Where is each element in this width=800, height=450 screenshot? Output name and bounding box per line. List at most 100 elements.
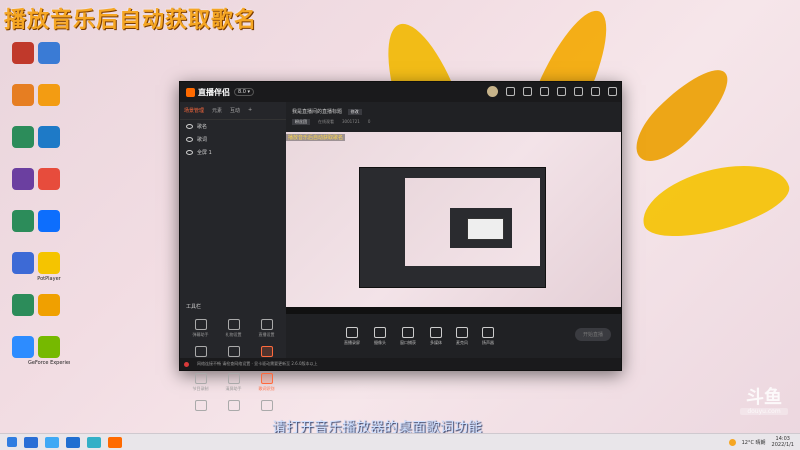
preview-bar: [286, 307, 621, 314]
source-label: 麦克风: [456, 339, 468, 345]
left-panel: 场景管理 元素 互动 + 歌名 歌词 全屏 1 工具栏 弹幕助手 礼物设置 直播设置…: [180, 102, 286, 411]
source-label: 扬声器: [482, 339, 494, 345]
eye-icon[interactable]: [186, 124, 193, 129]
tools-title: 工具栏: [186, 304, 202, 310]
edit-title-button[interactable]: 修改: [347, 109, 362, 115]
taskbar-app-icon[interactable]: [108, 436, 122, 448]
settings-icon[interactable]: [506, 87, 515, 96]
tool-button[interactable]: [250, 400, 283, 413]
source-icon: [482, 326, 494, 338]
live-companion-window: 直播伴侣 8.0 ▾ 场景管理 元素 互动 + 歌名 歌词 全屏 1 工具栏 弹…: [179, 81, 622, 411]
source-icon: [430, 326, 442, 338]
desktop-icon[interactable]: [28, 210, 70, 234]
maximize-icon[interactable]: [591, 87, 600, 96]
tab-elements[interactable]: 元素: [212, 107, 222, 114]
app-icon: [38, 84, 60, 106]
tool-label: 礼物设置: [225, 332, 242, 337]
tool-label: 节目录制: [192, 386, 209, 391]
clock[interactable]: 14:03 2022/1/1: [772, 436, 794, 448]
scene-item[interactable]: 歌名: [180, 120, 286, 133]
taskbar-app-icon[interactable]: [24, 436, 38, 448]
tool-label: 弹幕助手: [192, 332, 209, 337]
source-label: 多媒体: [430, 339, 442, 345]
tab-scenes[interactable]: 场景管理: [184, 107, 204, 114]
source-button[interactable]: 直播录屏: [344, 326, 360, 346]
desktop-icon[interactable]: [28, 294, 70, 318]
scene-item[interactable]: 歌词: [180, 133, 286, 146]
scene-tabs: 场景管理 元素 互动 +: [180, 102, 286, 120]
flower-petal: [624, 56, 741, 174]
tool-icon: [227, 346, 240, 357]
menu-icon[interactable]: [557, 87, 566, 96]
tool-button[interactable]: [184, 400, 217, 413]
windows-start-icon[interactable]: [7, 437, 17, 447]
desktop-icon[interactable]: [28, 42, 70, 66]
desktop-icon-label: PotPlayer: [37, 276, 61, 282]
desktop-icon[interactable]: [28, 168, 70, 192]
bottom-toolbar: 直播录屏 摄像头 窗口捕获 多媒体 麦克风 扬声器: [286, 318, 621, 354]
app-icon: [38, 126, 60, 148]
tool-button[interactable]: 直播设置: [250, 319, 283, 338]
tool-button[interactable]: 弹幕助手: [184, 319, 217, 338]
source-button[interactable]: 多媒体: [430, 326, 442, 346]
watermark-url: douyu.com: [740, 408, 788, 415]
source-label: 直播录屏: [344, 339, 360, 345]
version-badge[interactable]: 8.0 ▾: [234, 88, 255, 96]
tool-button[interactable]: 节目录制: [184, 373, 217, 392]
source-button[interactable]: 麦克风: [456, 326, 468, 346]
tool-button[interactable]: 清屏助手: [217, 373, 250, 392]
avatar[interactable]: [487, 86, 498, 97]
eye-icon[interactable]: [186, 150, 193, 155]
stage-header: 我是直播间的直播标题 修改 粉丝团 在线观看 3001721 0: [286, 102, 621, 132]
message-icon[interactable]: [523, 87, 532, 96]
tool-icon: [227, 400, 240, 411]
nested-preview-window: [450, 208, 512, 248]
taskbar-app-icon[interactable]: [45, 436, 59, 448]
taskbar-apps: [17, 436, 122, 448]
source-button[interactable]: 摄像头: [374, 326, 386, 346]
desktop-icon[interactable]: GeForce Experience: [28, 336, 70, 366]
scene-label: 歌词: [197, 137, 208, 143]
taskbar-app-icon[interactable]: [66, 436, 80, 448]
eye-icon[interactable]: [186, 137, 193, 142]
status-text: 网络连接不畅 请检查网络设置 · 显卡驱动需要更新至 2.6.0版本以上: [197, 361, 318, 366]
close-icon[interactable]: [608, 87, 617, 96]
source-button[interactable]: 扬声器: [482, 326, 494, 346]
scene-label: 全屏 1: [197, 150, 212, 156]
taskbar: 12°C 晴朗 14:03 2022/1/1: [0, 433, 800, 450]
tool-button[interactable]: [217, 400, 250, 413]
weather-text[interactable]: 12°C 晴朗: [742, 439, 766, 446]
add-tab-button[interactable]: +: [248, 107, 252, 114]
shirt-icon[interactable]: [540, 87, 549, 96]
desktop-icon[interactable]: [28, 84, 70, 108]
stream-preview[interactable]: 播放音乐后自动获取歌名: [286, 132, 621, 314]
tool-button[interactable]: 礼物设置: [217, 319, 250, 338]
nested-preview-window: [359, 167, 546, 288]
app-icon: [38, 252, 60, 274]
window-controls: [487, 86, 617, 97]
nested-stage: [405, 178, 540, 266]
tool-icon: [260, 346, 273, 357]
room-title: 我是直播间的直播标题 修改: [292, 108, 362, 115]
source-button[interactable]: 窗口捕获: [400, 326, 416, 346]
status-bar: 网络连接不畅 请检查网络设置 · 显卡驱动需要更新至 2.6.0版本以上: [180, 358, 621, 370]
taskbar-app-icon[interactable]: [87, 436, 101, 448]
tab-interact[interactable]: 互动: [230, 107, 240, 114]
tool-icon: [260, 400, 273, 411]
tool-icon: [194, 346, 207, 357]
tool-button[interactable]: 歌词识别: [250, 373, 283, 392]
fan-club-tag[interactable]: 粉丝团: [292, 119, 310, 125]
nested-preview-window: [467, 218, 504, 240]
tool-icon: [194, 400, 207, 411]
source-label: 摄像头: [374, 339, 386, 345]
desktop-icon[interactable]: PotPlayer: [28, 252, 70, 282]
desktop-icon[interactable]: [28, 126, 70, 150]
start-live-button[interactable]: 开始直播: [574, 328, 611, 341]
source-icon: [402, 326, 414, 338]
app-icon: [38, 42, 60, 64]
tool-icon: [194, 373, 207, 384]
app-title: 直播伴侣: [198, 87, 230, 97]
minimize-icon[interactable]: [574, 87, 583, 96]
scene-item[interactable]: 全屏 1: [180, 146, 286, 159]
app-icon: [38, 210, 60, 232]
